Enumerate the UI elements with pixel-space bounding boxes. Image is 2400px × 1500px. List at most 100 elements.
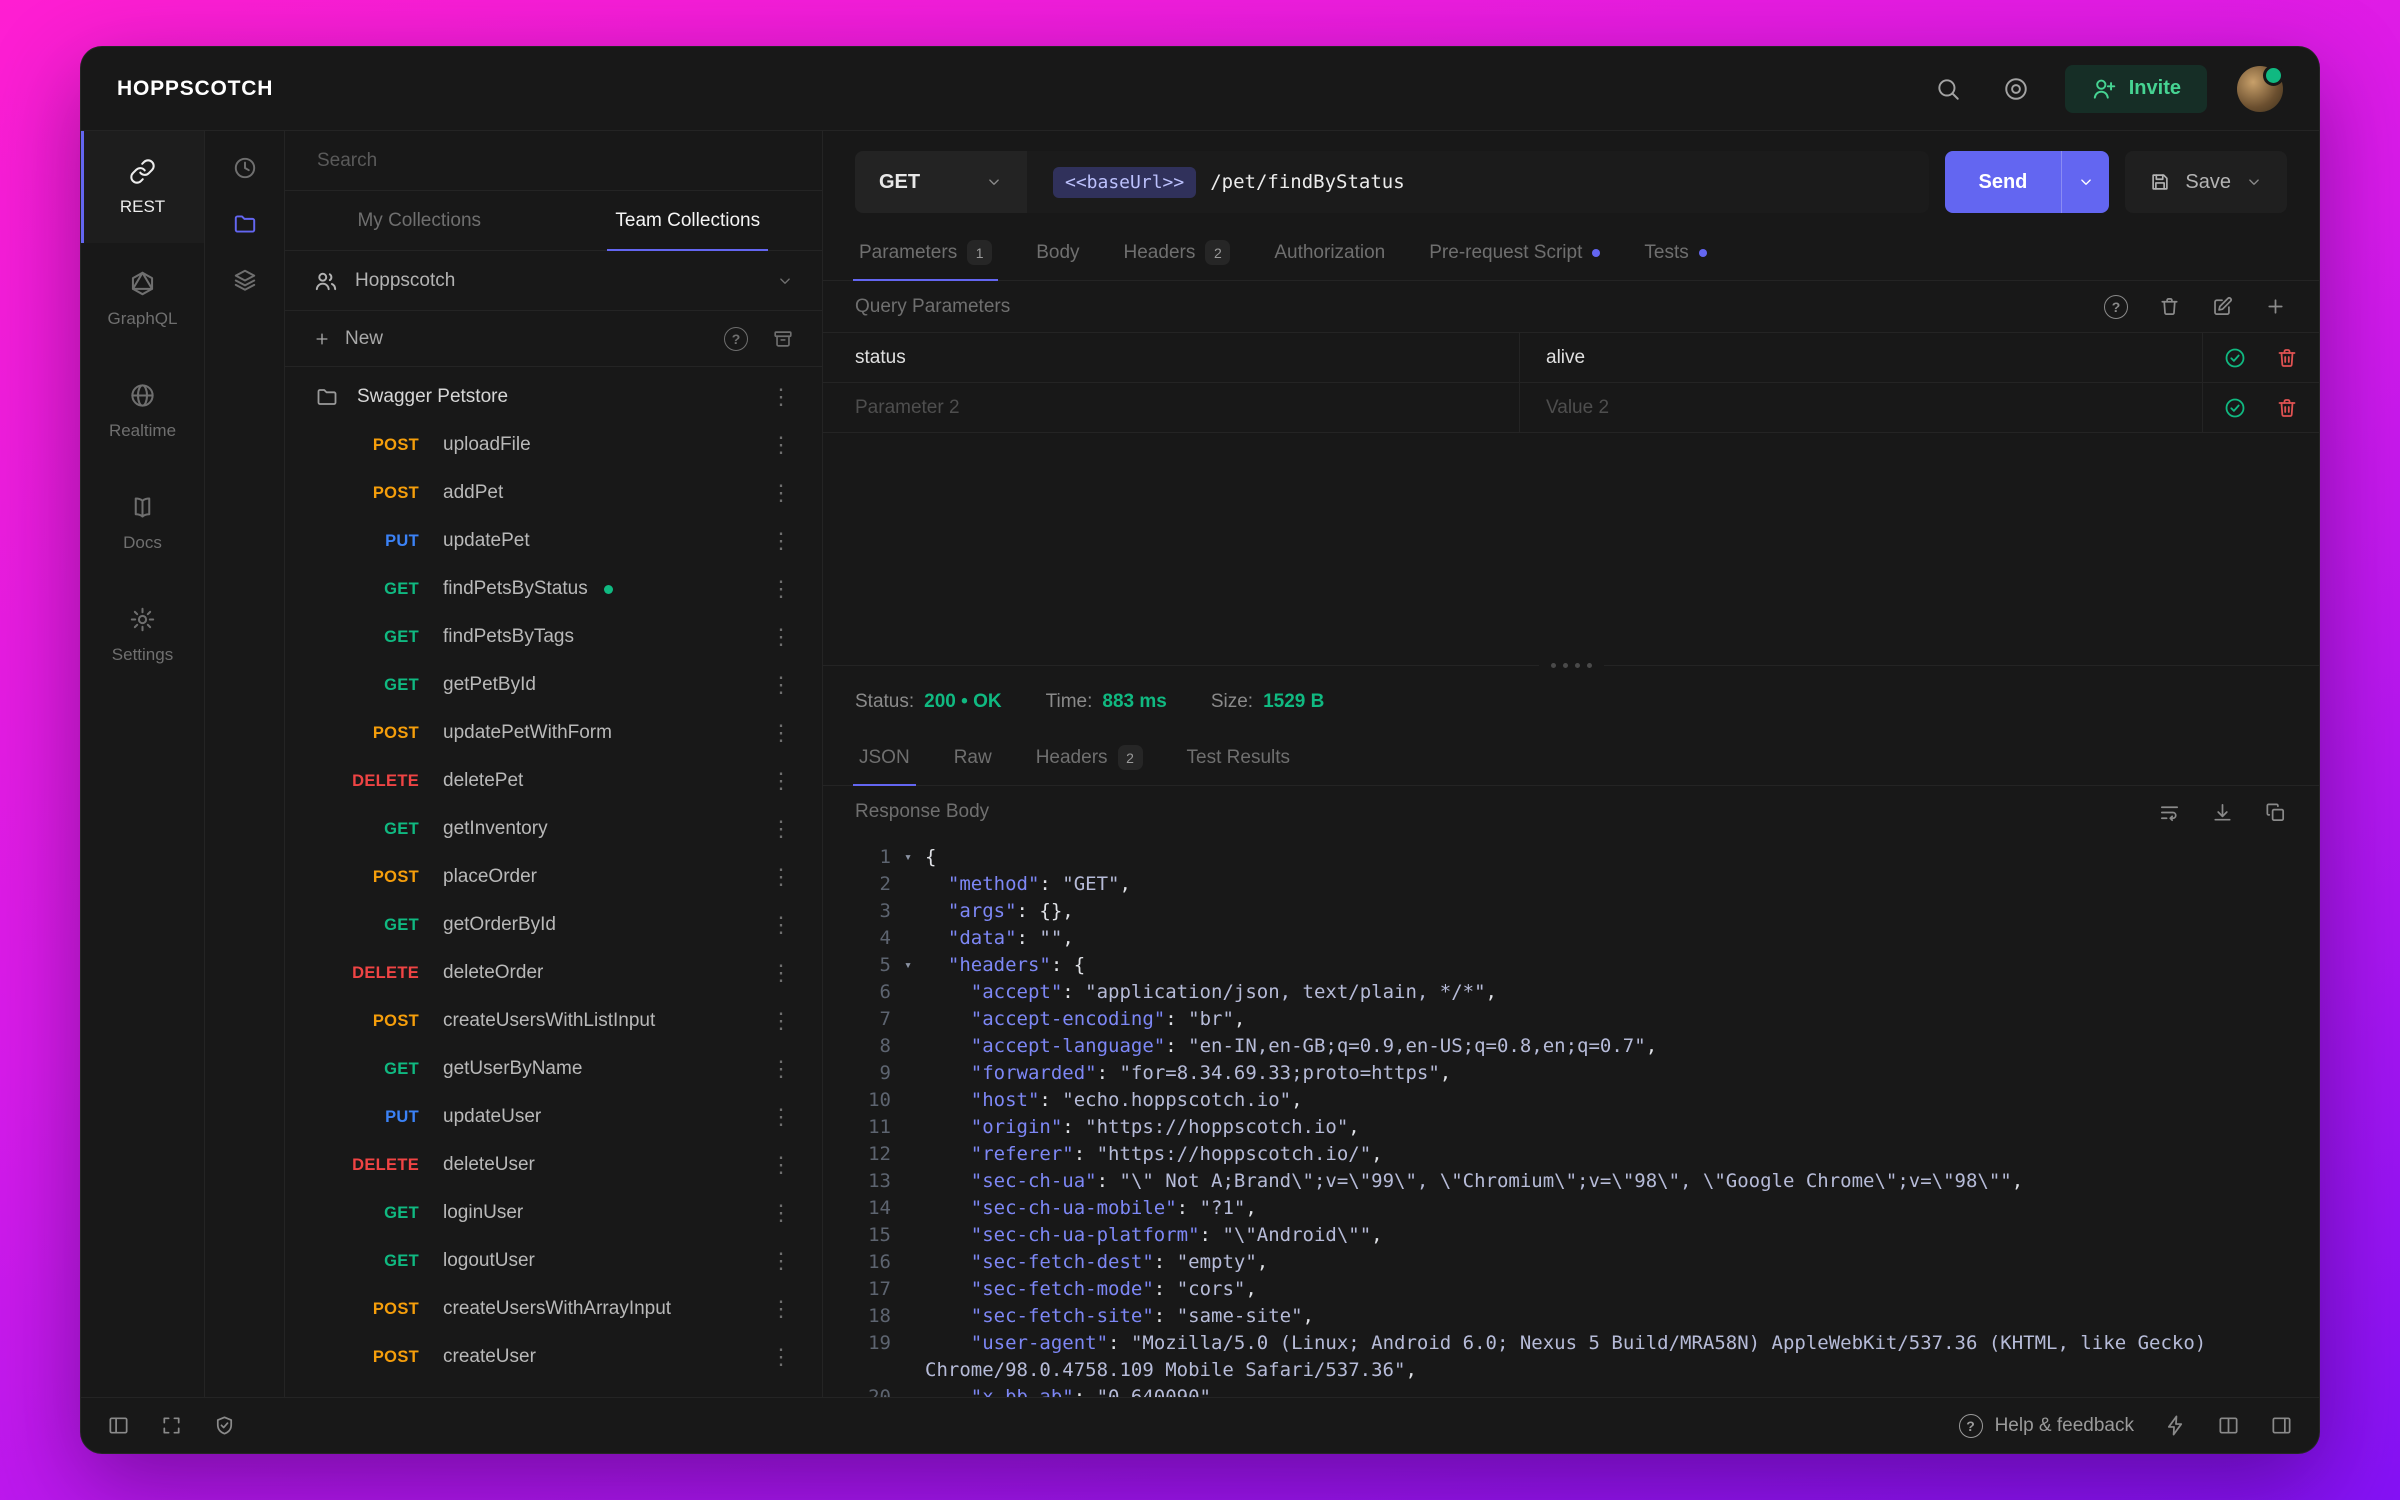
request-row[interactable]: POST createUsersWithArrayInput ⋮ (285, 1285, 822, 1333)
kebab-menu-icon[interactable]: ⋮ (764, 386, 798, 408)
param-enable-icon[interactable] (2223, 396, 2247, 420)
param-value-input[interactable]: alive (1520, 333, 2203, 382)
plus-icon[interactable] (313, 330, 331, 348)
import-export-icon[interactable] (772, 328, 794, 350)
tab[interactable]: Test Results (1165, 730, 1312, 785)
param-value-input[interactable]: Value 2 (1520, 383, 2203, 432)
tab[interactable]: Authorization (1252, 225, 1407, 280)
interceptor-shield-icon[interactable] (213, 1414, 236, 1437)
nav-item-settings[interactable]: Settings (81, 579, 204, 691)
tab[interactable]: Raw (932, 730, 1014, 785)
fold-arrow-icon[interactable]: ▾ (891, 844, 925, 871)
param-enable-icon[interactable] (2223, 346, 2247, 370)
team-selector[interactable]: Hoppscotch (285, 251, 822, 311)
bulk-edit-icon[interactable] (2211, 295, 2234, 318)
clear-all-trash-icon[interactable] (2158, 295, 2181, 318)
request-row[interactable]: POST addPet ⋮ (285, 469, 822, 517)
kebab-menu-icon[interactable]: ⋮ (764, 1106, 798, 1128)
request-row[interactable]: PUT updatePet ⋮ (285, 517, 822, 565)
help-feedback-button[interactable]: ? Help & feedback (1958, 1413, 2134, 1438)
kebab-menu-icon[interactable]: ⋮ (764, 530, 798, 552)
kebab-menu-icon[interactable]: ⋮ (764, 818, 798, 840)
request-row[interactable]: POST createUser ⋮ (285, 1333, 822, 1381)
method-select[interactable]: GET (855, 151, 1027, 213)
fold-arrow-icon[interactable] (891, 1249, 925, 1276)
fold-arrow-icon[interactable] (891, 1195, 925, 1222)
chevron-down-icon[interactable] (2245, 173, 2263, 191)
tab[interactable]: Pre-request Script (1407, 225, 1622, 280)
fold-arrow-icon[interactable] (891, 1033, 925, 1060)
param-delete-icon[interactable] (2275, 396, 2299, 420)
kebab-menu-icon[interactable]: ⋮ (764, 1154, 798, 1176)
request-row[interactable]: GET logoutUser ⋮ (285, 1237, 822, 1285)
kebab-menu-icon[interactable]: ⋮ (764, 962, 798, 984)
kebab-menu-icon[interactable]: ⋮ (764, 1202, 798, 1224)
save-button[interactable]: Save (2125, 151, 2287, 213)
folder-row-partial[interactable] (285, 1381, 822, 1397)
kebab-menu-icon[interactable]: ⋮ (764, 674, 798, 696)
tab[interactable]: Team Collections (554, 191, 823, 251)
kebab-menu-icon[interactable]: ⋮ (764, 1250, 798, 1272)
wrap-lines-icon[interactable] (2158, 801, 2181, 824)
tab[interactable]: Parameters 1 (837, 225, 1014, 281)
request-row[interactable]: GET loginUser ⋮ (285, 1189, 822, 1237)
request-row[interactable]: PUT updateUser ⋮ (285, 1093, 822, 1141)
kebab-menu-icon[interactable]: ⋮ (764, 578, 798, 600)
kebab-menu-icon[interactable]: ⋮ (764, 434, 798, 456)
request-row[interactable]: POST createUsersWithListInput ⋮ (285, 997, 822, 1045)
help-icon[interactable]: ? (2104, 294, 2128, 319)
fold-arrow-icon[interactable] (891, 1006, 925, 1033)
toggle-sidebar-icon[interactable] (107, 1414, 130, 1437)
fold-arrow-icon[interactable] (891, 1384, 925, 1397)
nav-item-graphql[interactable]: GraphQL (81, 243, 204, 355)
tab[interactable]: Body (1014, 225, 1101, 280)
kebab-menu-icon[interactable]: ⋮ (764, 626, 798, 648)
tab[interactable]: Headers 2 (1014, 730, 1165, 785)
request-row[interactable]: POST updatePetWithForm ⋮ (285, 709, 822, 757)
expand-icon[interactable] (160, 1414, 183, 1437)
request-row[interactable]: GET getOrderById ⋮ (285, 901, 822, 949)
kebab-menu-icon[interactable]: ⋮ (764, 866, 798, 888)
invite-button[interactable]: Invite (2064, 64, 2207, 113)
collections-folder-icon[interactable] (226, 205, 264, 243)
kebab-menu-icon[interactable]: ⋮ (764, 722, 798, 744)
request-row[interactable]: POST uploadFile ⋮ (285, 421, 822, 469)
request-row[interactable]: GET findPetsByStatus ⋮ (285, 565, 822, 613)
request-row[interactable]: GET getInventory ⋮ (285, 805, 822, 853)
param-delete-icon[interactable] (2275, 346, 2299, 370)
send-options-chevron-icon[interactable] (2061, 151, 2110, 213)
request-row[interactable]: GET findPetsByTags ⋮ (285, 613, 822, 661)
fold-arrow-icon[interactable] (891, 1141, 925, 1168)
help-icon[interactable]: ? (724, 326, 748, 351)
nav-item-realtime[interactable]: Realtime (81, 355, 204, 467)
kebab-menu-icon[interactable]: ⋮ (764, 770, 798, 792)
request-row[interactable]: DELETE deletePet ⋮ (285, 757, 822, 805)
nav-item-rest[interactable]: REST (81, 131, 204, 243)
environments-layers-icon[interactable] (226, 261, 264, 299)
split-columns-icon[interactable] (2217, 1414, 2240, 1437)
kebab-menu-icon[interactable]: ⋮ (764, 1058, 798, 1080)
kebab-menu-icon[interactable]: ⋮ (764, 1346, 798, 1368)
baseurl-chip[interactable]: <<baseUrl>> (1053, 166, 1197, 198)
shortcuts-lightning-icon[interactable] (2164, 1414, 2187, 1437)
tab[interactable]: JSON (837, 730, 932, 786)
download-icon[interactable] (2211, 801, 2234, 824)
url-input[interactable]: <<baseUrl>> /pet/findByStatus (1027, 151, 1929, 213)
kebab-menu-icon[interactable]: ⋮ (764, 482, 798, 504)
history-icon[interactable] (226, 149, 264, 187)
tab[interactable]: My Collections (285, 191, 554, 250)
copy-icon[interactable] (2264, 801, 2287, 824)
folder-row[interactable]: Swagger Petstore ⋮ (285, 373, 822, 421)
search-icon[interactable] (1929, 70, 1967, 108)
fold-arrow-icon[interactable] (891, 1060, 925, 1087)
request-row[interactable]: DELETE deleteUser ⋮ (285, 1141, 822, 1189)
fold-arrow-icon[interactable] (891, 871, 925, 898)
send-button[interactable]: Send (1944, 151, 2062, 213)
fold-arrow-icon[interactable] (891, 1168, 925, 1195)
pane-resize-handle[interactable] (823, 656, 2319, 674)
request-row[interactable]: GET getPetById ⋮ (285, 661, 822, 709)
param-key-input[interactable]: Parameter 2 (823, 383, 1520, 432)
request-row[interactable]: POST placeOrder ⋮ (285, 853, 822, 901)
add-param-plus-icon[interactable] (2264, 295, 2287, 318)
kebab-menu-icon[interactable]: ⋮ (764, 1298, 798, 1320)
